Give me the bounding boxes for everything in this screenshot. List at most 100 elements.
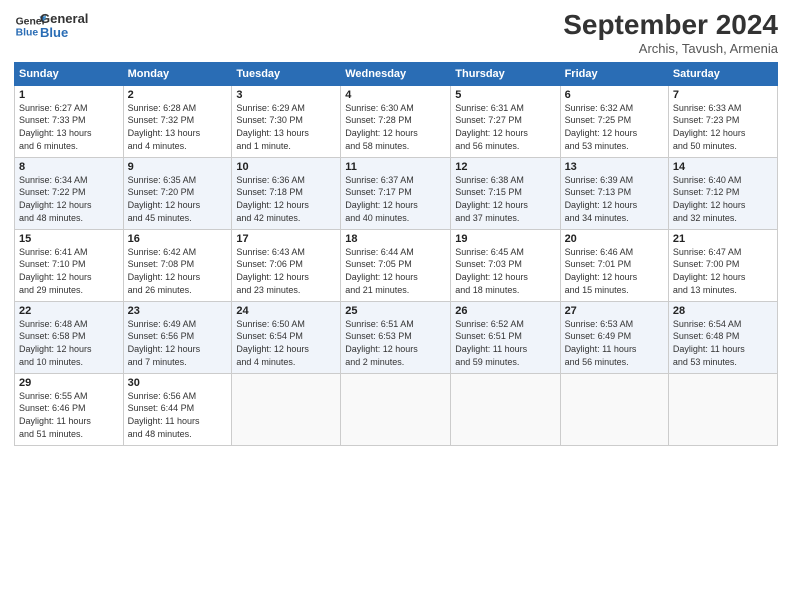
day-info: Sunrise: 6:37 AM Sunset: 7:17 PM Dayligh… [345, 174, 446, 224]
day-number: 23 [128, 305, 228, 317]
calendar-cell: 3Sunrise: 6:29 AM Sunset: 7:30 PM Daylig… [232, 85, 341, 157]
day-info: Sunrise: 6:40 AM Sunset: 7:12 PM Dayligh… [673, 174, 773, 224]
calendar-cell: 19Sunrise: 6:45 AM Sunset: 7:03 PM Dayli… [451, 229, 560, 301]
column-header-monday: Monday [123, 62, 232, 85]
title-block: September 2024 Archis, Tavush, Armenia [563, 10, 778, 56]
day-number: 17 [236, 233, 336, 245]
calendar-cell: 25Sunrise: 6:51 AM Sunset: 6:53 PM Dayli… [341, 301, 451, 373]
svg-text:Blue: Blue [16, 28, 39, 39]
calendar-cell: 11Sunrise: 6:37 AM Sunset: 7:17 PM Dayli… [341, 157, 451, 229]
day-number: 27 [565, 305, 664, 317]
day-info: Sunrise: 6:35 AM Sunset: 7:20 PM Dayligh… [128, 174, 228, 224]
calendar-cell: 4Sunrise: 6:30 AM Sunset: 7:28 PM Daylig… [341, 85, 451, 157]
calendar-cell: 17Sunrise: 6:43 AM Sunset: 7:06 PM Dayli… [232, 229, 341, 301]
day-info: Sunrise: 6:29 AM Sunset: 7:30 PM Dayligh… [236, 102, 336, 152]
day-info: Sunrise: 6:55 AM Sunset: 6:46 PM Dayligh… [19, 390, 119, 440]
column-header-thursday: Thursday [451, 62, 560, 85]
calendar-cell: 10Sunrise: 6:36 AM Sunset: 7:18 PM Dayli… [232, 157, 341, 229]
day-info: Sunrise: 6:41 AM Sunset: 7:10 PM Dayligh… [19, 246, 119, 296]
month-title: September 2024 [563, 10, 778, 41]
location-subtitle: Archis, Tavush, Armenia [563, 41, 778, 56]
calendar-cell: 15Sunrise: 6:41 AM Sunset: 7:10 PM Dayli… [15, 229, 124, 301]
calendar-cell: 20Sunrise: 6:46 AM Sunset: 7:01 PM Dayli… [560, 229, 668, 301]
day-info: Sunrise: 6:44 AM Sunset: 7:05 PM Dayligh… [345, 246, 446, 296]
day-number: 3 [236, 89, 336, 101]
day-number: 8 [19, 161, 119, 173]
day-number: 15 [19, 233, 119, 245]
day-number: 18 [345, 233, 446, 245]
day-info: Sunrise: 6:56 AM Sunset: 6:44 PM Dayligh… [128, 390, 228, 440]
calendar-cell: 6Sunrise: 6:32 AM Sunset: 7:25 PM Daylig… [560, 85, 668, 157]
calendar-table: SundayMondayTuesdayWednesdayThursdayFrid… [14, 62, 778, 446]
calendar-cell: 23Sunrise: 6:49 AM Sunset: 6:56 PM Dayli… [123, 301, 232, 373]
day-number: 29 [19, 377, 119, 389]
day-number: 10 [236, 161, 336, 173]
day-info: Sunrise: 6:32 AM Sunset: 7:25 PM Dayligh… [565, 102, 664, 152]
calendar-cell: 28Sunrise: 6:54 AM Sunset: 6:48 PM Dayli… [668, 301, 777, 373]
calendar-cell: 21Sunrise: 6:47 AM Sunset: 7:00 PM Dayli… [668, 229, 777, 301]
calendar-cell: 30Sunrise: 6:56 AM Sunset: 6:44 PM Dayli… [123, 373, 232, 445]
calendar-cell [341, 373, 451, 445]
logo-line1: General [40, 12, 88, 26]
calendar-cell [451, 373, 560, 445]
calendar-week-5: 29Sunrise: 6:55 AM Sunset: 6:46 PM Dayli… [15, 373, 778, 445]
day-info: Sunrise: 6:48 AM Sunset: 6:58 PM Dayligh… [19, 318, 119, 368]
day-number: 24 [236, 305, 336, 317]
day-info: Sunrise: 6:42 AM Sunset: 7:08 PM Dayligh… [128, 246, 228, 296]
column-header-wednesday: Wednesday [341, 62, 451, 85]
day-info: Sunrise: 6:43 AM Sunset: 7:06 PM Dayligh… [236, 246, 336, 296]
day-number: 22 [19, 305, 119, 317]
day-info: Sunrise: 6:36 AM Sunset: 7:18 PM Dayligh… [236, 174, 336, 224]
calendar-week-1: 1Sunrise: 6:27 AM Sunset: 7:33 PM Daylig… [15, 85, 778, 157]
column-header-sunday: Sunday [15, 62, 124, 85]
day-info: Sunrise: 6:27 AM Sunset: 7:33 PM Dayligh… [19, 102, 119, 152]
day-number: 4 [345, 89, 446, 101]
day-number: 19 [455, 233, 555, 245]
column-header-friday: Friday [560, 62, 668, 85]
calendar-cell: 18Sunrise: 6:44 AM Sunset: 7:05 PM Dayli… [341, 229, 451, 301]
column-header-tuesday: Tuesday [232, 62, 341, 85]
day-info: Sunrise: 6:46 AM Sunset: 7:01 PM Dayligh… [565, 246, 664, 296]
day-info: Sunrise: 6:52 AM Sunset: 6:51 PM Dayligh… [455, 318, 555, 368]
day-number: 28 [673, 305, 773, 317]
calendar-cell: 2Sunrise: 6:28 AM Sunset: 7:32 PM Daylig… [123, 85, 232, 157]
day-number: 5 [455, 89, 555, 101]
calendar-cell: 24Sunrise: 6:50 AM Sunset: 6:54 PM Dayli… [232, 301, 341, 373]
day-number: 9 [128, 161, 228, 173]
day-number: 2 [128, 89, 228, 101]
calendar-cell [232, 373, 341, 445]
day-number: 25 [345, 305, 446, 317]
calendar-week-2: 8Sunrise: 6:34 AM Sunset: 7:22 PM Daylig… [15, 157, 778, 229]
calendar-week-3: 15Sunrise: 6:41 AM Sunset: 7:10 PM Dayli… [15, 229, 778, 301]
day-number: 11 [345, 161, 446, 173]
column-header-saturday: Saturday [668, 62, 777, 85]
calendar-cell: 1Sunrise: 6:27 AM Sunset: 7:33 PM Daylig… [15, 85, 124, 157]
day-number: 14 [673, 161, 773, 173]
calendar-cell [668, 373, 777, 445]
calendar-cell: 26Sunrise: 6:52 AM Sunset: 6:51 PM Dayli… [451, 301, 560, 373]
calendar-cell: 5Sunrise: 6:31 AM Sunset: 7:27 PM Daylig… [451, 85, 560, 157]
day-number: 21 [673, 233, 773, 245]
day-info: Sunrise: 6:39 AM Sunset: 7:13 PM Dayligh… [565, 174, 664, 224]
day-info: Sunrise: 6:33 AM Sunset: 7:23 PM Dayligh… [673, 102, 773, 152]
day-number: 26 [455, 305, 555, 317]
calendar-cell: 14Sunrise: 6:40 AM Sunset: 7:12 PM Dayli… [668, 157, 777, 229]
day-info: Sunrise: 6:47 AM Sunset: 7:00 PM Dayligh… [673, 246, 773, 296]
calendar-cell: 12Sunrise: 6:38 AM Sunset: 7:15 PM Dayli… [451, 157, 560, 229]
day-info: Sunrise: 6:30 AM Sunset: 7:28 PM Dayligh… [345, 102, 446, 152]
day-number: 6 [565, 89, 664, 101]
day-info: Sunrise: 6:51 AM Sunset: 6:53 PM Dayligh… [345, 318, 446, 368]
day-info: Sunrise: 6:34 AM Sunset: 7:22 PM Dayligh… [19, 174, 119, 224]
day-number: 1 [19, 89, 119, 101]
day-info: Sunrise: 6:45 AM Sunset: 7:03 PM Dayligh… [455, 246, 555, 296]
calendar-cell: 7Sunrise: 6:33 AM Sunset: 7:23 PM Daylig… [668, 85, 777, 157]
day-info: Sunrise: 6:31 AM Sunset: 7:27 PM Dayligh… [455, 102, 555, 152]
day-info: Sunrise: 6:28 AM Sunset: 7:32 PM Dayligh… [128, 102, 228, 152]
header: General Blue General Blue September 2024… [14, 10, 778, 56]
calendar-week-4: 22Sunrise: 6:48 AM Sunset: 6:58 PM Dayli… [15, 301, 778, 373]
day-number: 30 [128, 377, 228, 389]
calendar-cell: 13Sunrise: 6:39 AM Sunset: 7:13 PM Dayli… [560, 157, 668, 229]
day-number: 13 [565, 161, 664, 173]
calendar-cell: 29Sunrise: 6:55 AM Sunset: 6:46 PM Dayli… [15, 373, 124, 445]
logo: General Blue General Blue [14, 10, 88, 42]
